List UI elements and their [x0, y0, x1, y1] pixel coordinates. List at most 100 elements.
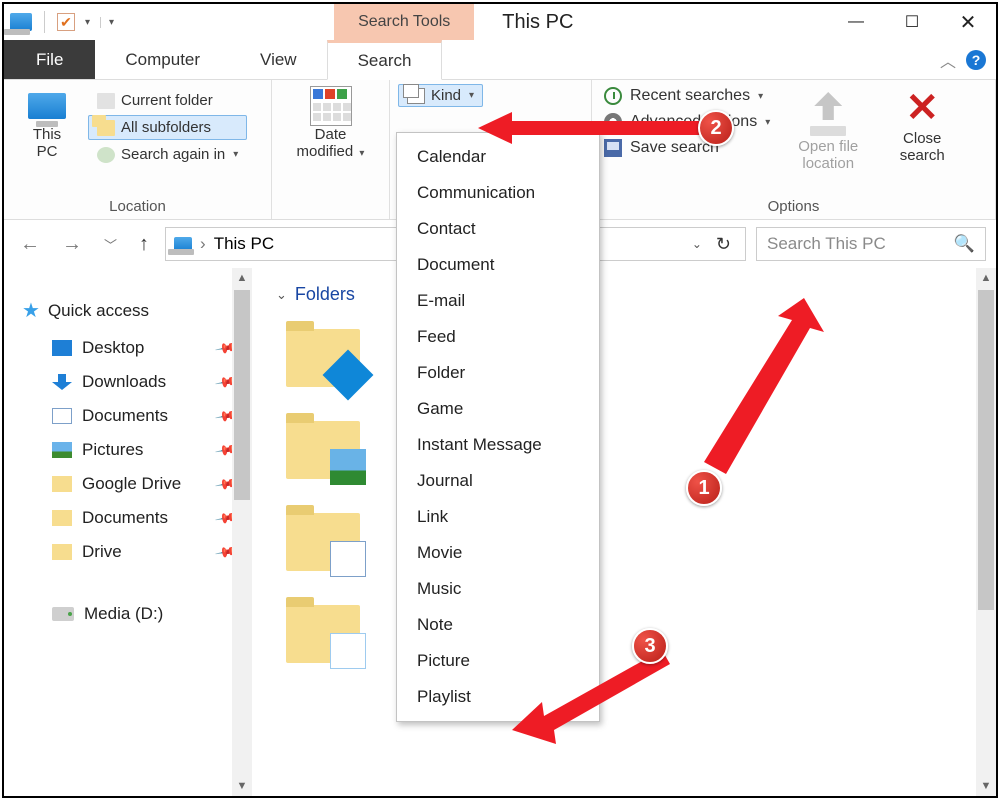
kind-option-folder[interactable]: Folder [397, 355, 599, 391]
collapse-ribbon-icon[interactable]: ︿ [940, 48, 956, 72]
minimize-button[interactable]: — [828, 4, 884, 40]
annotation-badge-2: 2 [698, 110, 734, 146]
pictures-icon [52, 442, 72, 458]
kind-option-music[interactable]: Music [397, 571, 599, 607]
kind-option-feed[interactable]: Feed [397, 319, 599, 355]
recent-locations-button[interactable]: ﹀ [98, 235, 123, 254]
scroll-down-icon[interactable]: ▼ [976, 776, 996, 796]
contextual-tab-search-tools: Search Tools [334, 4, 474, 40]
qat-properties-icon[interactable]: ✔ [57, 13, 75, 31]
close-button[interactable]: ✕ [940, 4, 996, 40]
nav-item-documents-2[interactable]: Documents📌 [4, 501, 252, 535]
search-placeholder: Search This PC [767, 234, 886, 254]
close-search-button[interactable]: ✕ Close search [882, 84, 962, 164]
kind-option-game[interactable]: Game [397, 391, 599, 427]
chevron-down-icon: ▾ [233, 149, 238, 160]
nav-item-documents[interactable]: Documents📌 [4, 399, 252, 433]
this-pc-button[interactable]: This PC [12, 84, 82, 160]
chevron-down-icon: ▾ [758, 91, 763, 102]
folder-tile-music[interactable] [286, 605, 360, 663]
overlay-icon [323, 350, 374, 401]
recent-searches-button[interactable]: Recent searches ▾ [600, 84, 774, 108]
kind-option-document[interactable]: Document [397, 247, 599, 283]
kind-icon [407, 88, 425, 104]
qat-customize-icon[interactable]: ▾ [100, 17, 118, 28]
nav-scrollbar[interactable]: ▲ ▼ [232, 268, 252, 796]
kind-dropdown-menu: Calendar Communication Contact Document … [396, 132, 600, 722]
up-button[interactable]: ↑ [133, 233, 155, 256]
date-modified-button[interactable]: Date modified ▾ [281, 84, 381, 160]
scroll-up-icon[interactable]: ▲ [232, 268, 252, 288]
chevron-down-icon: ⌄ [276, 287, 287, 303]
quick-access-header[interactable]: ★ Quick access [4, 292, 252, 331]
all-subfolders-button[interactable]: All subfolders [88, 115, 247, 140]
folder-tile-3d-objects[interactable] [286, 329, 360, 387]
monitor-icon [174, 237, 192, 251]
nav-item-pictures[interactable]: Pictures📌 [4, 433, 252, 467]
chevron-down-icon: ▾ [765, 117, 770, 128]
address-dropdown-icon[interactable]: ⌄ [692, 237, 702, 251]
nav-item-desktop[interactable]: Desktop📌 [4, 331, 252, 365]
overlay-icon [330, 541, 366, 577]
nav-item-google-drive[interactable]: Google Drive📌 [4, 467, 252, 501]
folder-icon [52, 510, 72, 526]
scroll-thumb[interactable] [978, 290, 994, 610]
kind-option-movie[interactable]: Movie [397, 535, 599, 571]
kind-button[interactable]: Kind ▾ [398, 84, 483, 107]
back-button[interactable]: ← [14, 233, 46, 256]
ribbon-tab-bar: File Computer View Search ︿ ? [4, 40, 996, 80]
nav-item-downloads[interactable]: Downloads📌 [4, 365, 252, 399]
calendar-icon [310, 86, 352, 126]
qat-dropdown-icon[interactable]: ▾ [81, 17, 94, 28]
scroll-down-icon[interactable]: ▼ [232, 776, 252, 796]
navigation-pane: ★ Quick access Desktop📌 Downloads📌 Docum… [4, 268, 252, 796]
folder-icon [52, 476, 72, 492]
open-location-icon [814, 92, 842, 120]
folder-tile-pictures[interactable] [286, 421, 360, 479]
desktop-icon [52, 340, 72, 356]
kind-option-contact[interactable]: Contact [397, 211, 599, 247]
breadcrumb[interactable]: This PC [214, 234, 274, 254]
help-icon[interactable]: ? [966, 50, 986, 70]
title-bar: ✔ ▾ ▾ Search Tools This PC — ☐ ✕ [4, 4, 996, 40]
content-scrollbar[interactable]: ▲ ▼ [976, 268, 996, 796]
kind-option-journal[interactable]: Journal [397, 463, 599, 499]
current-folder-button[interactable]: Current folder [88, 88, 247, 113]
search-icon: 🔍 [954, 234, 975, 254]
annotation-badge-3: 3 [632, 628, 668, 664]
group-label-location: Location [12, 196, 263, 217]
scroll-up-icon[interactable]: ▲ [976, 268, 996, 288]
kind-option-communication[interactable]: Communication [397, 175, 599, 211]
maximize-button[interactable]: ☐ [884, 4, 940, 40]
kind-option-link[interactable]: Link [397, 499, 599, 535]
nav-item-media-d[interactable]: Media (D:) [4, 597, 252, 631]
refresh-button[interactable]: ↻ [710, 234, 737, 255]
search-again-icon [97, 147, 115, 163]
open-file-location-button[interactable]: Open file location [780, 84, 876, 172]
window-title: This PC [502, 11, 573, 34]
clock-icon [604, 87, 622, 105]
scroll-thumb[interactable] [234, 290, 250, 500]
annotation-arrow-2 [478, 108, 718, 148]
forward-button[interactable]: → [56, 233, 88, 256]
drive-icon [52, 607, 74, 621]
overlay-icon [330, 633, 366, 669]
annotation-arrow-1 [692, 298, 832, 488]
folder-tile-documents[interactable] [286, 513, 360, 571]
monitor-icon [28, 93, 66, 119]
tab-view[interactable]: View [230, 40, 327, 79]
tab-search[interactable]: Search [327, 40, 443, 80]
annotation-badge-1: 1 [686, 470, 722, 506]
kind-option-email[interactable]: E-mail [397, 283, 599, 319]
download-icon [52, 374, 72, 390]
tab-file[interactable]: File [4, 40, 95, 79]
group-label-options: Options [600, 196, 987, 217]
kind-option-instant-message[interactable]: Instant Message [397, 427, 599, 463]
subfolders-icon [97, 120, 115, 136]
search-again-in-button[interactable]: Search again in ▾ [88, 142, 247, 167]
search-input[interactable]: Search This PC 🔍 [756, 227, 986, 261]
folders-section-header[interactable]: ⌄ Folders [276, 276, 996, 317]
app-icon [10, 13, 32, 31]
tab-computer[interactable]: Computer [95, 40, 230, 79]
nav-item-drive[interactable]: Drive📌 [4, 535, 252, 569]
